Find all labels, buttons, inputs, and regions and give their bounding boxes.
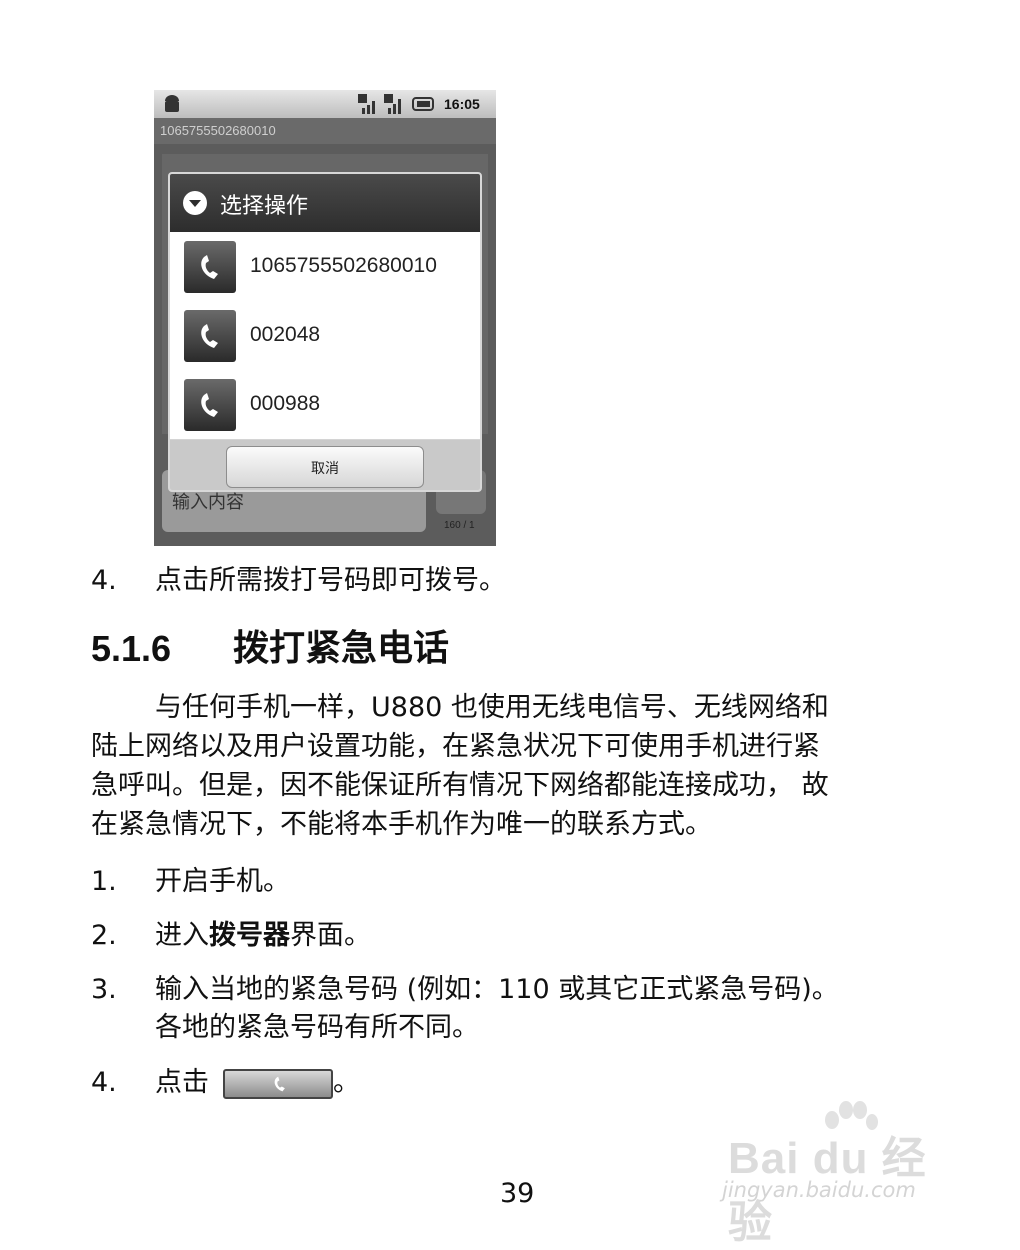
phone-tile <box>184 379 236 431</box>
status-bar: 16:05 <box>154 90 496 118</box>
dialer-label: 拨号器 <box>209 920 290 951</box>
step-text-continued: 各地的紧急号码有所不同。 <box>155 1012 479 1043</box>
step-text: 输入当地的紧急号码 (例如：110 或其它正式紧急号码)。 <box>155 974 839 1005</box>
dialog-option-1[interactable]: 1065755502680010 <box>170 232 480 302</box>
battery-icon <box>412 97 434 111</box>
dialog-title: 选择操作 <box>220 193 309 218</box>
step-text: 点击 。 <box>155 1064 360 1102</box>
option-number: 000988 <box>250 392 321 415</box>
paragraph-line: 在紧急情况下，不能将本手机作为唯一的联系方式。 <box>91 809 712 840</box>
baidu-watermark: Bai du 经验 jingyan.baidu.com <box>720 1100 970 1247</box>
status-clock: 16:05 <box>444 96 480 112</box>
step-text-after: 。 <box>333 1067 360 1098</box>
step-number: 4. <box>91 1067 117 1098</box>
option-number: 1065755502680010 <box>250 254 437 277</box>
section-number: 5.1.6 <box>91 628 172 669</box>
phone-screenshot: 16:05 1065755502680010 输入内容 160 / 1 选择操作… <box>154 90 496 546</box>
dialog-option-3[interactable]: 000988 <box>170 370 480 440</box>
step-text-before: 进入 <box>155 920 209 951</box>
android-icon <box>165 95 179 112</box>
phone-handset-icon <box>201 324 218 348</box>
dialog-option-2[interactable]: 002048 <box>170 301 480 371</box>
paragraph-line: 急呼叫。但是，因不能保证所有情况下网络都能连接成功， 故 <box>91 770 829 801</box>
dialog-footer: 取消 <box>170 440 480 490</box>
paragraph-line: 陆上网络以及用户设置功能，在紧急状况下可使用手机进行紧 <box>91 731 820 762</box>
signal-bars-icon <box>384 94 401 114</box>
phone-tile <box>184 241 236 293</box>
step-number: 1. <box>91 866 117 897</box>
call-button-image <box>223 1068 333 1099</box>
step-number: 3. <box>91 974 117 1005</box>
watermark-url: jingyan.baidu.com <box>722 1178 916 1202</box>
select-action-dialog: 选择操作 1065755502680010 002048 000988 取消 <box>168 172 482 492</box>
paragraph-line: 与任何手机一样，U880 也使用无线电信号、无线网络和 <box>155 692 829 723</box>
option-number: 002048 <box>250 323 321 346</box>
page-number: 39 <box>500 1178 535 1209</box>
phone-handset-icon <box>201 393 218 417</box>
step-text: 开启手机。 <box>155 866 290 897</box>
section-title: 拨打紧急电话 <box>233 628 450 669</box>
step-text: 点击所需拨打号码即可拨号。 <box>155 565 506 596</box>
step-number: 2. <box>91 920 117 951</box>
conversation-title: 1065755502680010 <box>154 118 496 144</box>
phone-handset-icon <box>274 1076 285 1091</box>
step-number: 4. <box>91 565 117 596</box>
chevron-down-circle-icon <box>183 191 207 215</box>
phone-tile <box>184 310 236 362</box>
dialog-header: 选择操作 <box>170 174 480 232</box>
step-text-after: 界面。 <box>290 920 371 951</box>
intro-paragraph: 与任何手机一样，U880 也使用无线电信号、无线网络和 陆上网络以及用户设置功能… <box>91 688 957 844</box>
char-counter: 160 / 1 <box>444 520 475 531</box>
step-text-before: 点击 <box>155 1067 209 1098</box>
step-text: 进入拨号器界面。 <box>155 917 371 955</box>
signal-e-icon <box>358 94 375 114</box>
cancel-button[interactable]: 取消 <box>226 446 424 488</box>
phone-handset-icon <box>201 255 218 279</box>
